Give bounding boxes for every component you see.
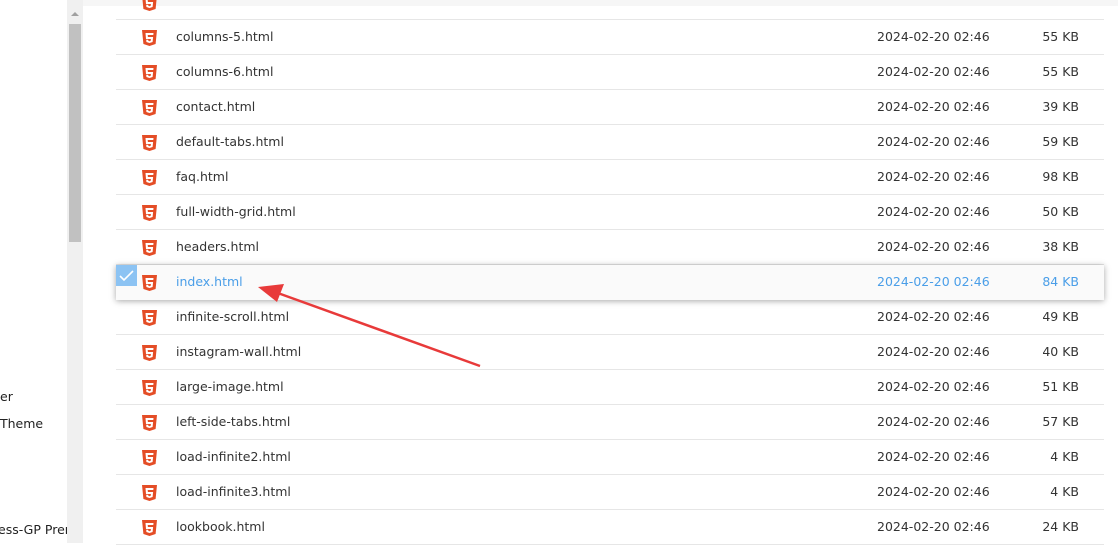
annotation-arrow <box>258 284 481 368</box>
